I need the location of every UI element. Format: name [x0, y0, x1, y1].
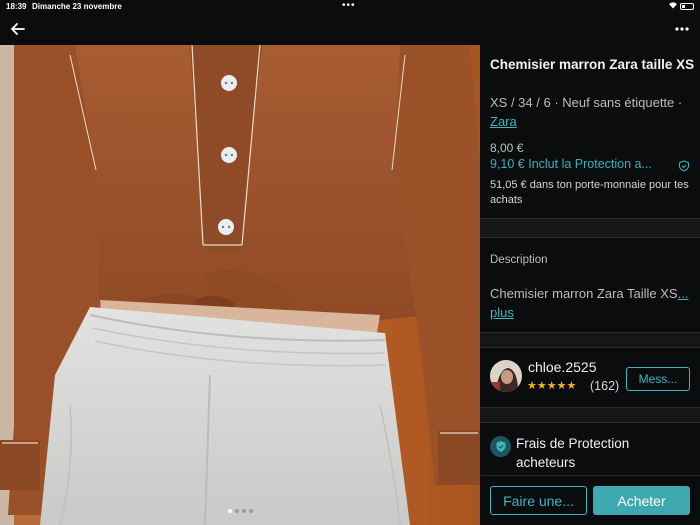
multitask-dots-icon[interactable]: ••• — [342, 0, 356, 11]
listing-size-condition: XS / 34 / 6 · Neuf sans étiquette · — [490, 95, 683, 110]
wifi-icon — [668, 1, 678, 11]
wallet-balance-info: 51,05 € dans ton porte-monnaie pour tes … — [490, 179, 689, 206]
divider — [480, 347, 700, 348]
seller-username[interactable]: chloe.2525 — [528, 359, 597, 375]
buyer-protection-title[interactable]: Frais de Protection acheteurs — [516, 434, 686, 472]
description-text: Chemisier marron Zara Taille XS... plus — [490, 284, 690, 322]
description-body: Chemisier marron Zara Taille XS — [490, 286, 678, 301]
price-with-protection[interactable]: 9,10 € Inclut la Protection a... — [490, 157, 690, 171]
item-price: 8,00 € — [490, 141, 524, 155]
description-label: Description — [490, 254, 548, 266]
message-seller-button[interactable]: Mess... — [626, 367, 690, 391]
section-gap — [480, 408, 700, 422]
listing-details: XS / 34 / 6 · Neuf sans étiquette · Zara — [490, 93, 690, 131]
seller-rating-stars: ★★★★★ — [527, 380, 577, 392]
listing-details-panel: Chemisier marron Zara taille XS XS / 34 … — [480, 45, 700, 525]
buy-button[interactable]: Acheter — [593, 486, 690, 515]
shield-icon — [678, 159, 690, 172]
seller-review-count[interactable]: (162) — [590, 379, 619, 393]
status-date: Dimanche 23 novembre — [32, 2, 122, 11]
protection-shield-icon — [490, 436, 511, 457]
action-bar: Faire une... Acheter — [480, 475, 700, 525]
more-options-icon[interactable] — [672, 20, 692, 38]
brand-link[interactable]: Zara — [490, 114, 517, 129]
section-gap — [480, 219, 700, 237]
section-gap — [480, 333, 700, 347]
pager-dot[interactable] — [242, 509, 246, 513]
back-arrow-icon[interactable] — [8, 19, 28, 39]
make-offer-button[interactable]: Faire une... — [490, 486, 587, 515]
seller-avatar[interactable] — [490, 360, 522, 392]
pager-dot[interactable] — [249, 509, 253, 513]
status-bar: 18:39 Dimanche 23 novembre ••• — [0, 0, 700, 14]
pager-dot[interactable] — [228, 509, 232, 513]
listing-title: Chemisier marron Zara taille XS — [490, 57, 695, 72]
divider — [480, 422, 700, 423]
product-photo[interactable]: 1 — [0, 45, 480, 525]
top-nav — [0, 14, 700, 45]
divider — [480, 237, 700, 238]
status-time: 18:39 — [6, 2, 27, 11]
photo-pager[interactable] — [228, 509, 253, 513]
battery-icon — [680, 3, 694, 10]
pager-dot[interactable] — [235, 509, 239, 513]
